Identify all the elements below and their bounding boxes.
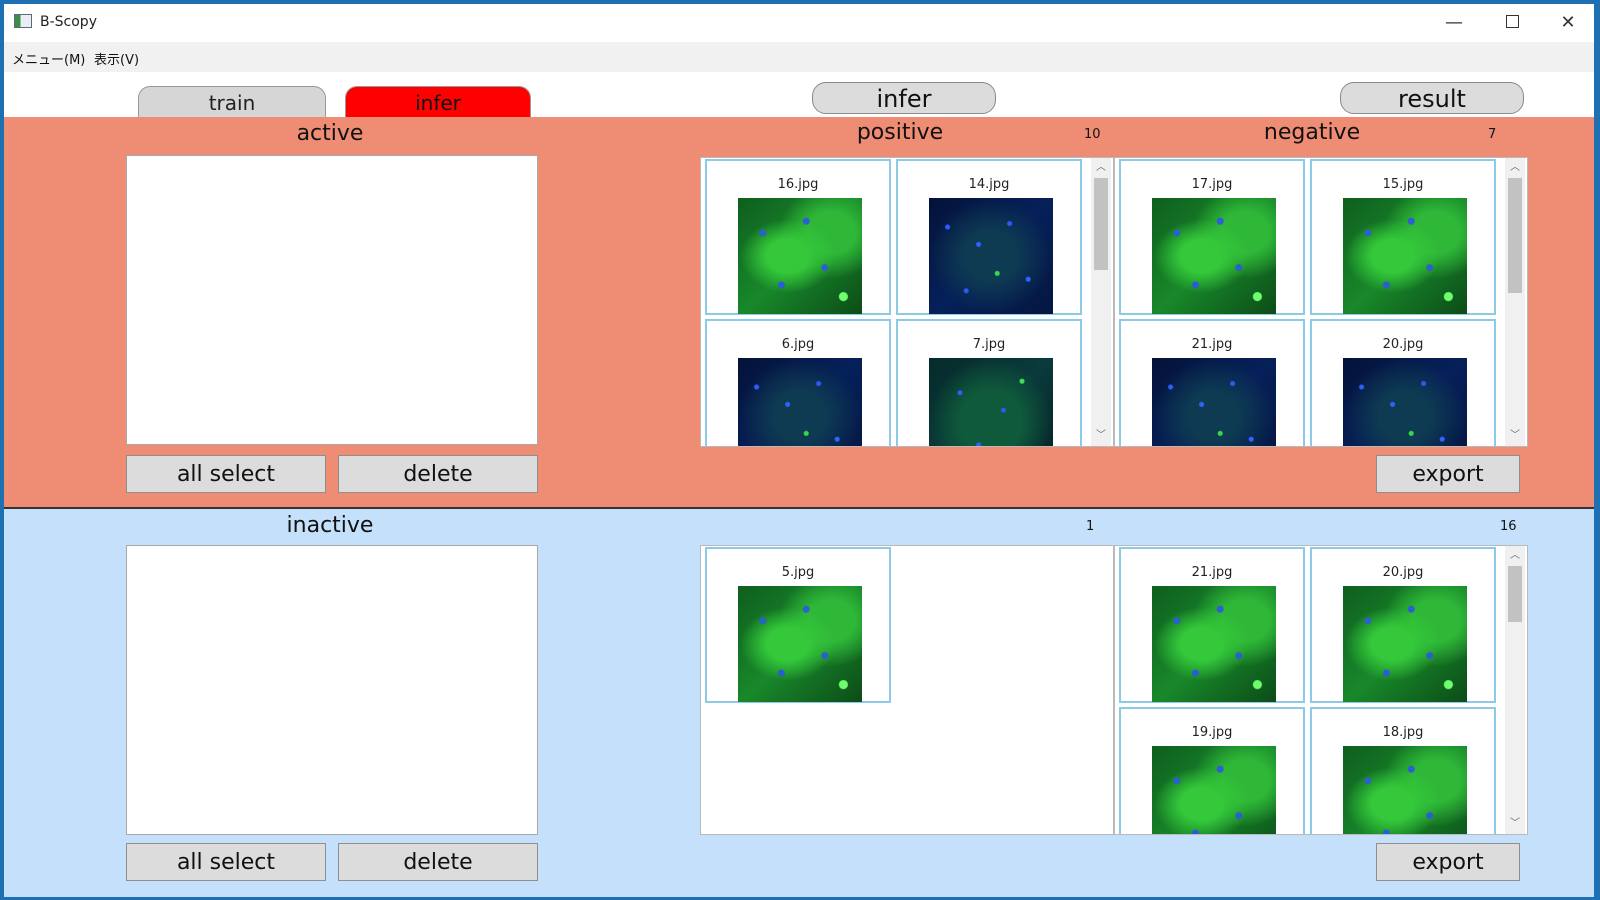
inactive-positive-count: 1 xyxy=(1086,519,1095,534)
thumbnail-image xyxy=(929,198,1053,314)
inactive-negative-scrollbar[interactable]: ︿ ﹀ xyxy=(1505,546,1525,834)
scroll-down-icon[interactable]: ﹀ xyxy=(1505,428,1525,444)
thumbnail-image xyxy=(1343,746,1467,834)
thumbnail-image xyxy=(738,358,862,446)
menu-main[interactable]: メニュー(M) xyxy=(12,49,85,68)
infer-button[interactable]: infer xyxy=(812,82,996,114)
thumbnail-filename: 17.jpg xyxy=(1191,177,1233,192)
thumbnail[interactable]: 19.jpg xyxy=(1119,707,1305,834)
thumbnail-image xyxy=(1343,358,1467,446)
thumbnail-image xyxy=(738,586,862,702)
maximize-icon xyxy=(1505,15,1519,28)
inactive-heading: inactive xyxy=(286,513,374,538)
inactive-delete-button[interactable]: delete xyxy=(338,843,538,881)
scroll-up-icon[interactable]: ︿ xyxy=(1505,160,1525,176)
inactive-negative-gallery[interactable]: 21.jpg 20.jpg 19.jpg 18.jpg ︿ ﹀ xyxy=(1114,545,1528,835)
negative-scrollbar[interactable]: ︿ ﹀ xyxy=(1505,158,1525,446)
thumbnail-image xyxy=(1343,198,1467,314)
inactive-export-button[interactable]: export xyxy=(1376,843,1520,881)
tab-train[interactable]: train xyxy=(138,86,326,117)
thumbnail-filename: 20.jpg xyxy=(1382,337,1424,352)
thumbnail-filename: 20.jpg xyxy=(1382,565,1424,580)
result-button[interactable]: result xyxy=(1340,82,1524,114)
thumbnail[interactable]: 5.jpg xyxy=(705,547,891,703)
thumbnail[interactable]: 20.jpg xyxy=(1310,319,1496,446)
window-title: B-Scopy xyxy=(40,14,97,30)
app-icon xyxy=(14,14,32,28)
thumbnail-filename: 5.jpg xyxy=(781,565,815,580)
negative-count: 7 xyxy=(1488,127,1497,142)
title-bar: B-Scopy — ✕ xyxy=(4,4,1594,42)
app-window: B-Scopy — ✕ メニュー(M) 表示(V) train infer in… xyxy=(4,4,1594,897)
scroll-thumb[interactable] xyxy=(1094,178,1108,270)
active-panel: active all select delete positive 10 neg… xyxy=(4,117,1594,509)
thumbnail-image xyxy=(929,358,1053,446)
thumbnail-filename: 15.jpg xyxy=(1382,177,1424,192)
scroll-thumb[interactable] xyxy=(1508,178,1522,293)
thumbnail[interactable]: 15.jpg xyxy=(1310,159,1496,315)
scroll-thumb[interactable] xyxy=(1508,566,1522,622)
positive-heading: positive xyxy=(856,120,944,145)
thumbnail-image xyxy=(1152,586,1276,702)
thumbnail-filename: 7.jpg xyxy=(972,337,1006,352)
thumbnail-filename: 6.jpg xyxy=(781,337,815,352)
thumbnail-image xyxy=(738,198,862,314)
thumbnail[interactable]: 6.jpg xyxy=(705,319,891,446)
tab-bar: train infer infer result xyxy=(4,72,1594,119)
thumbnail[interactable]: 20.jpg xyxy=(1310,547,1496,703)
active-all-select-button[interactable]: all select xyxy=(126,455,326,493)
thumbnail-filename: 19.jpg xyxy=(1191,725,1233,740)
scroll-up-icon[interactable]: ︿ xyxy=(1091,160,1111,176)
tab-infer[interactable]: infer xyxy=(345,86,531,117)
scroll-up-icon[interactable]: ︿ xyxy=(1505,548,1525,564)
menu-view[interactable]: 表示(V) xyxy=(94,49,139,68)
thumbnail-filename: 14.jpg xyxy=(968,177,1010,192)
scroll-down-icon[interactable]: ﹀ xyxy=(1091,428,1111,444)
thumbnail[interactable]: 21.jpg xyxy=(1119,319,1305,446)
inactive-panel: inactive all select delete 1 16 5.jpg 21… xyxy=(4,509,1594,897)
inactive-all-select-button[interactable]: all select xyxy=(126,843,326,881)
active-export-button[interactable]: export xyxy=(1376,455,1520,493)
thumbnail[interactable]: 18.jpg xyxy=(1310,707,1496,834)
menu-bar: メニュー(M) 表示(V) xyxy=(4,42,1594,72)
active-delete-button[interactable]: delete xyxy=(338,455,538,493)
thumbnail[interactable]: 14.jpg xyxy=(896,159,1082,315)
thumbnail-image xyxy=(1343,586,1467,702)
thumbnail-filename: 21.jpg xyxy=(1191,565,1233,580)
inactive-list[interactable] xyxy=(126,545,538,835)
close-button[interactable]: ✕ xyxy=(1540,4,1594,42)
thumbnail-filename: 16.jpg xyxy=(777,177,819,192)
active-negative-gallery[interactable]: 17.jpg 15.jpg 21.jpg 20.jpg ︿ ﹀ xyxy=(1114,157,1528,447)
thumbnail-image xyxy=(1152,198,1276,314)
negative-heading: negative xyxy=(1263,120,1361,145)
thumbnail[interactable]: 21.jpg xyxy=(1119,547,1305,703)
maximize-button[interactable] xyxy=(1484,4,1540,42)
active-positive-gallery[interactable]: 16.jpg 14.jpg 6.jpg 7.jpg ︿ ﹀ xyxy=(700,157,1114,447)
thumbnail-filename: 18.jpg xyxy=(1382,725,1424,740)
thumbnail[interactable]: 16.jpg xyxy=(705,159,891,315)
positive-count: 10 xyxy=(1084,127,1101,142)
positive-scrollbar[interactable]: ︿ ﹀ xyxy=(1091,158,1111,446)
inactive-positive-gallery[interactable]: 5.jpg xyxy=(700,545,1114,835)
minimize-button[interactable]: — xyxy=(1426,4,1482,42)
inactive-negative-count: 16 xyxy=(1500,519,1517,534)
thumbnail[interactable]: 17.jpg xyxy=(1119,159,1305,315)
thumbnail[interactable]: 7.jpg xyxy=(896,319,1082,446)
scroll-down-icon[interactable]: ﹀ xyxy=(1505,816,1525,832)
active-list[interactable] xyxy=(126,155,538,445)
active-heading: active xyxy=(296,121,364,146)
thumbnail-image xyxy=(1152,746,1276,834)
thumbnail-image xyxy=(1152,358,1276,446)
thumbnail-filename: 21.jpg xyxy=(1191,337,1233,352)
